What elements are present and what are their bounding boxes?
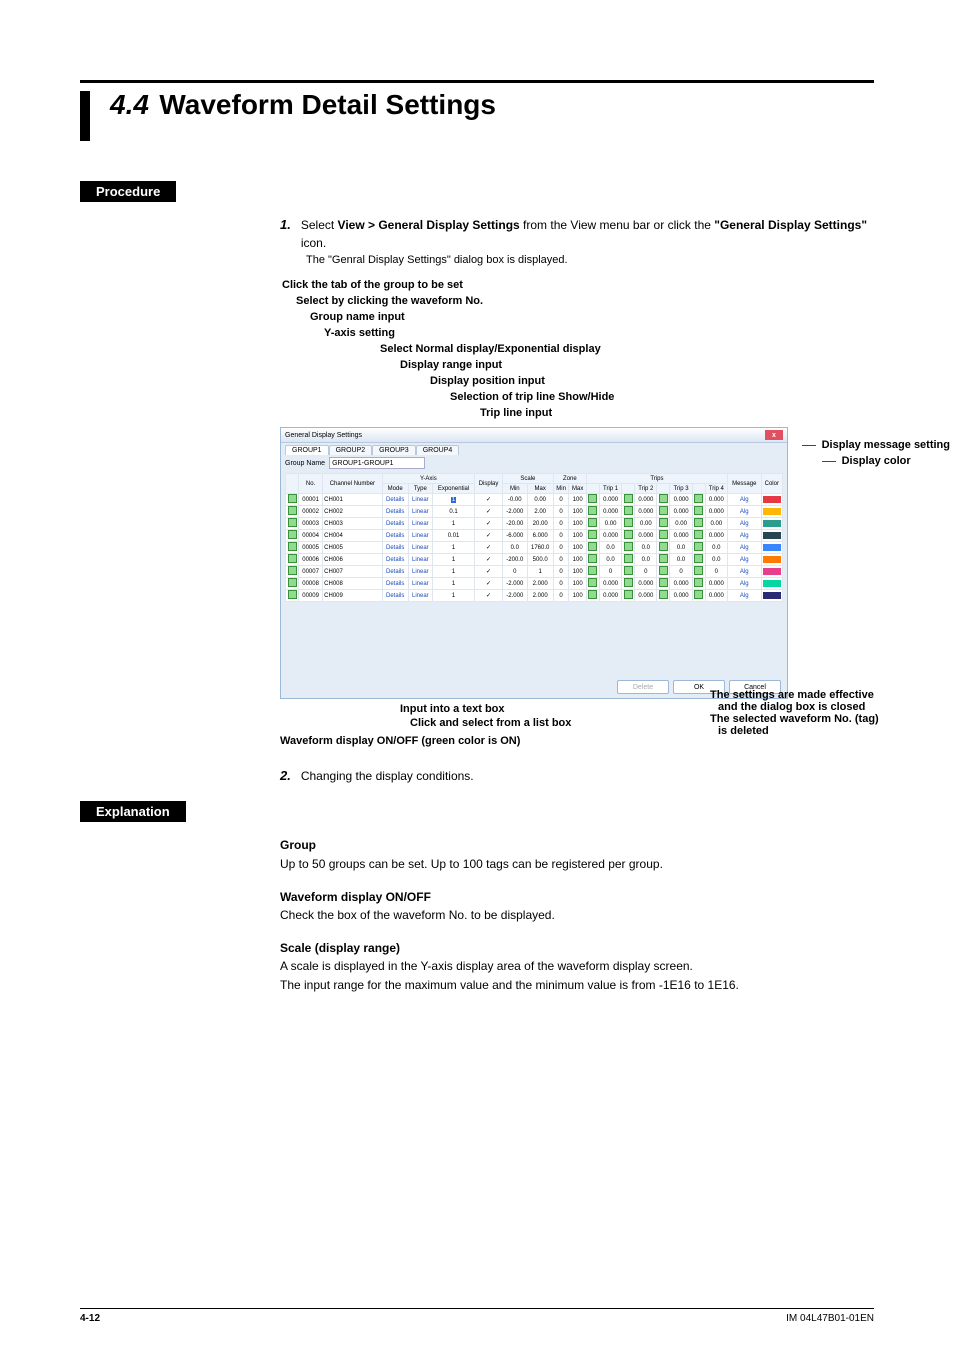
callout-delete-effect-2: is deleted [710, 725, 954, 737]
callout-message: Display message setting [822, 438, 950, 454]
group-tab[interactable]: GROUP3 [372, 445, 416, 455]
color-swatch[interactable] [763, 568, 781, 575]
color-swatch[interactable] [763, 556, 781, 563]
callout-group-name: Group name input [280, 310, 840, 326]
color-swatch[interactable] [763, 592, 781, 599]
callout-ok-effect-2: and the dialog box is closed [710, 701, 954, 713]
group-tab[interactable]: GROUP1 [285, 445, 329, 455]
delete-button[interactable]: Delete [617, 680, 669, 694]
display-checkbox[interactable] [288, 578, 297, 587]
section-number: 4.4 [110, 89, 149, 120]
table-row[interactable]: 00005CH005DetailsLinear1✓0.01760.001000.… [286, 542, 783, 554]
color-swatch[interactable] [763, 544, 781, 551]
color-swatch[interactable] [763, 496, 781, 503]
display-checkbox[interactable] [288, 554, 297, 563]
page-number: 4-12 [80, 1313, 100, 1324]
color-swatch[interactable] [763, 580, 781, 587]
table-row[interactable]: 00006CH006DetailsLinear1✓-200.0500.00100… [286, 554, 783, 566]
wf-heading: Waveform display ON/OFF [280, 888, 874, 907]
table-row[interactable]: 00003CH003DetailsLinear1✓-20.0020.000100… [286, 518, 783, 530]
callout-yaxis: Y-axis setting [280, 326, 840, 342]
display-checkbox[interactable] [288, 518, 297, 527]
section-marker [80, 91, 90, 141]
callout-ok-effect-1: The settings are made effective [710, 689, 954, 701]
group-heading: Group [280, 836, 874, 855]
step-1-text: Select View > General Display Settings f… [301, 216, 874, 252]
group-text: Up to 50 groups can be set. Up to 100 ta… [280, 855, 874, 874]
callout-tab: Click the tab of the group to be set [280, 278, 840, 294]
general-display-settings-dialog: General Display Settings x GROUP1GROUP2G… [280, 427, 788, 699]
display-checkbox[interactable] [288, 530, 297, 539]
display-checkbox[interactable] [288, 494, 297, 503]
dialog-close-button[interactable]: x [765, 430, 783, 440]
table-row[interactable]: 00007CH007DetailsLinear1✓0101000000Alg [286, 566, 783, 578]
callout-trip-showhide: Selection of trip line Show/Hide [280, 390, 840, 406]
color-swatch[interactable] [763, 532, 781, 539]
table-row[interactable]: 00004CH004DetailsLinear0.01✓-6.0006.0000… [286, 530, 783, 542]
callout-color: Display color [842, 454, 911, 470]
display-checkbox[interactable] [288, 506, 297, 515]
settings-table: No. Channel Number Y-Axis Display Scale … [285, 473, 783, 602]
callout-waveform-no: Select by clicking the waveform No. [280, 294, 840, 310]
scale-text-2: The input range for the maximum value an… [280, 976, 874, 995]
wf-text: Check the box of the waveform No. to be … [280, 906, 874, 925]
display-checkbox[interactable] [288, 590, 297, 599]
table-row[interactable]: 00008CH008DetailsLinear1✓-2.0002.0000100… [286, 578, 783, 590]
callout-display-type: Select Normal display/Exponential displa… [280, 342, 840, 358]
group-tab[interactable]: GROUP2 [329, 445, 373, 455]
scale-heading: Scale (display range) [280, 939, 874, 958]
scale-text-1: A scale is displayed in the Y-axis displ… [280, 957, 874, 976]
group-name-label: Group Name [285, 460, 325, 467]
display-checkbox[interactable] [288, 542, 297, 551]
step-1-note: The "Genral Display Settings" dialog box… [306, 254, 874, 266]
display-checkbox[interactable] [288, 566, 297, 575]
section-title: Waveform Detail Settings [159, 89, 496, 120]
callout-range: Display range input [280, 358, 840, 374]
callout-trip-input: Trip line input [280, 406, 840, 422]
procedure-label: Procedure [80, 181, 176, 202]
step-1-number: 1. [280, 217, 291, 232]
callout-position: Display position input [280, 374, 840, 390]
figure-callouts: Click the tab of the group to be set Sel… [280, 278, 840, 699]
dialog-title: General Display Settings [285, 432, 362, 439]
step-2-number: 2. [280, 768, 291, 783]
group-name-input[interactable] [329, 457, 425, 469]
color-swatch[interactable] [763, 520, 781, 527]
table-row[interactable]: 00009CH009DetailsLinear1✓-2.0002.0000100… [286, 590, 783, 602]
color-swatch[interactable] [763, 508, 781, 515]
explanation-label: Explanation [80, 801, 186, 822]
doc-number: IM 04L47B01-01EN [786, 1313, 874, 1324]
table-row[interactable]: 00001CH001DetailsLinear1✓-0.000.0001000.… [286, 494, 783, 506]
group-tab[interactable]: GROUP4 [416, 445, 460, 455]
table-row[interactable]: 00002CH002DetailsLinear0.1✓-2.0002.00010… [286, 506, 783, 518]
step-2-text: Changing the display conditions. [301, 767, 474, 785]
callout-delete-effect-1: The selected waveform No. (tag) [710, 713, 954, 725]
